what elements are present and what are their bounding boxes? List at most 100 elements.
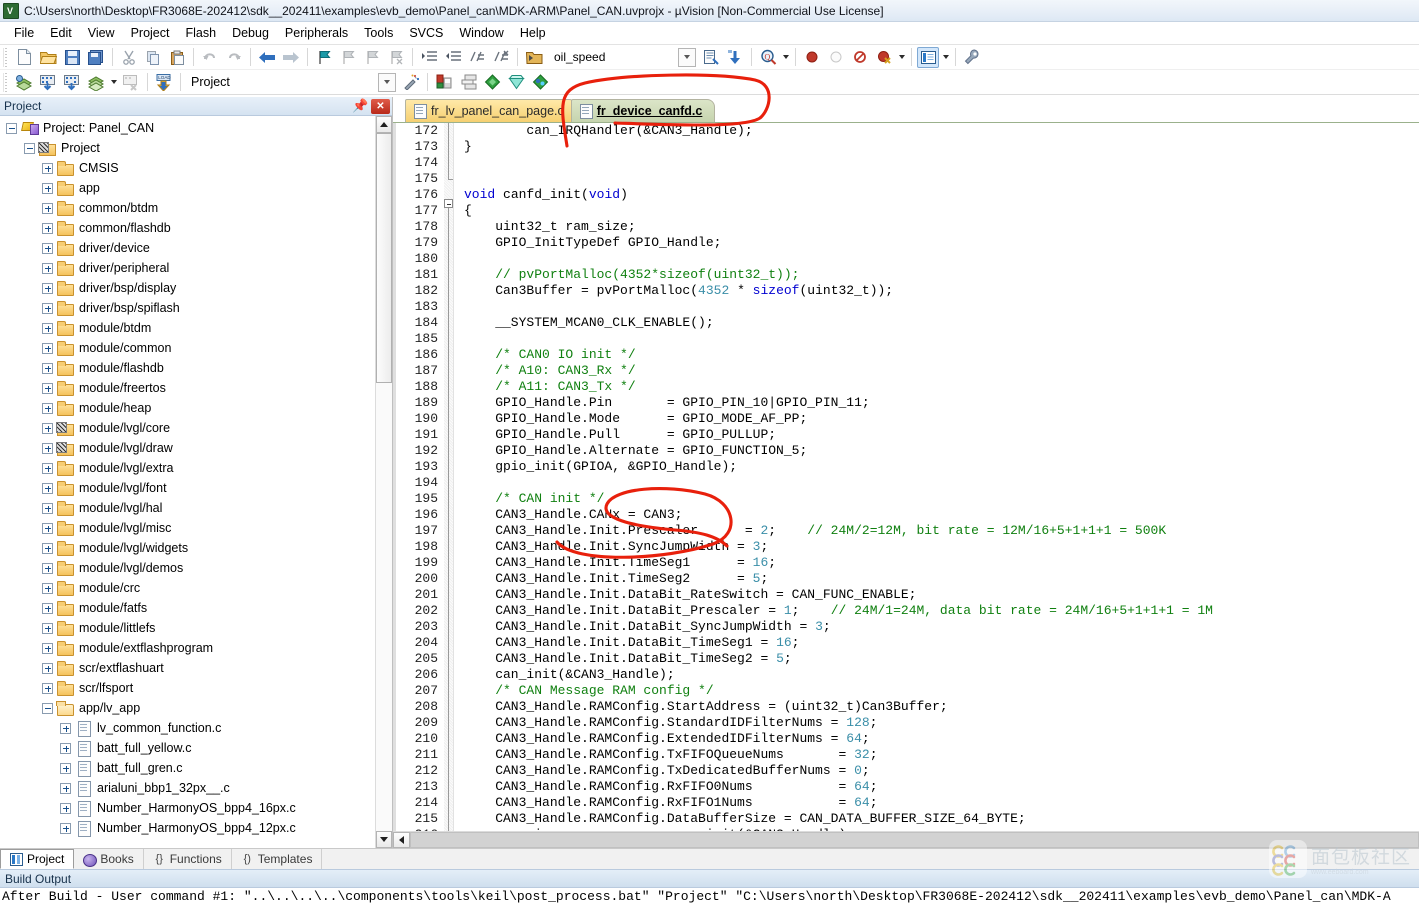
workspace-tab-functions[interactable]: {} Functions [144, 849, 232, 869]
project-tree-scrollbar[interactable] [375, 116, 392, 848]
tree-item[interactable]: scr/lfsport [0, 678, 375, 698]
menu-window[interactable]: Window [451, 24, 511, 42]
tree-item[interactable]: batt_full_gren.c [0, 758, 375, 778]
code-line[interactable]: CAN3_Handle.Init.DataBit_TimeSeg2 = 5; [464, 651, 1419, 667]
insert-breakpoint-icon[interactable] [801, 47, 823, 68]
configuration-wizard-icon[interactable] [961, 47, 983, 68]
expand-icon[interactable] [42, 582, 53, 594]
scroll-down-arrow-icon[interactable] [376, 831, 392, 848]
pack-installer-icon[interactable] [481, 72, 503, 93]
uncomment-icon[interactable] [490, 47, 512, 68]
expand-icon[interactable] [60, 782, 71, 794]
code-line[interactable] [464, 475, 1419, 491]
code-line[interactable]: CAN3_Handle.Init.Prescaler = 2; // 24M/2… [464, 523, 1419, 539]
tree-item[interactable]: driver/bsp/display [0, 278, 375, 298]
workspace-tab-templates[interactable]: {) Templates [232, 849, 323, 869]
breakpoint-dropdown-caret-icon[interactable] [896, 47, 907, 67]
menu-peripherals[interactable]: Peripherals [277, 24, 356, 42]
batch-build-icon[interactable] [85, 72, 107, 93]
window-dropdown-caret-icon[interactable] [940, 47, 951, 67]
code-line[interactable]: Can3Buffer = pvPortMalloc(4352 * sizeof(… [464, 283, 1419, 299]
translate-icon[interactable] [13, 72, 35, 93]
menu-view[interactable]: View [80, 24, 123, 42]
save-all-icon[interactable] [85, 47, 107, 68]
editor-tab[interactable]: fr_lv_panel_can_page.c [405, 99, 577, 122]
target-select-dropdown[interactable] [678, 47, 697, 67]
workspace-tab-books[interactable]: Books [74, 849, 144, 869]
collapse-icon[interactable] [42, 702, 53, 714]
tree-item[interactable]: driver/peripheral [0, 258, 375, 278]
expand-icon[interactable] [42, 462, 53, 474]
code-line[interactable] [464, 171, 1419, 187]
tree-item[interactable]: Project [0, 138, 375, 158]
collapse-icon[interactable] [24, 142, 35, 154]
bookmark-prev-icon[interactable] [337, 47, 359, 68]
toggle-window-icon[interactable] [917, 46, 940, 68]
tree-item[interactable]: module/littlefs [0, 618, 375, 638]
target-options-icon2[interactable] [433, 72, 455, 93]
bookmark-clear-icon[interactable] [385, 47, 407, 68]
tree-item[interactable]: app/lv_app [0, 698, 375, 718]
tree-item[interactable]: Number_HarmonyOS_bpp4_12px.c [0, 818, 375, 838]
menu-flash[interactable]: Flash [177, 24, 224, 42]
scroll-left-arrow-icon[interactable] [393, 832, 410, 848]
editor-tab[interactable]: fr_device_canfd.c [570, 99, 716, 122]
h-scroll-track[interactable] [410, 832, 1419, 848]
download-icon[interactable]: LOAD [153, 72, 175, 93]
find-dropdown-caret-icon[interactable] [780, 47, 791, 67]
expand-icon[interactable] [42, 222, 53, 234]
expand-icon[interactable] [42, 202, 53, 214]
expand-icon[interactable] [42, 502, 53, 514]
tree-item[interactable]: driver/bsp/spiflash [0, 298, 375, 318]
menu-file[interactable]: File [6, 24, 42, 42]
expand-icon[interactable] [60, 722, 71, 734]
code-line[interactable]: CAN3_Handle.RAMConfig.DataBufferSize = C… [464, 811, 1419, 827]
tree-item[interactable]: module/lvgl/extra [0, 458, 375, 478]
batch-build-caret-icon[interactable] [108, 72, 119, 92]
kill-all-breakpoints-icon[interactable] [873, 47, 895, 68]
tree-item[interactable]: module/common [0, 338, 375, 358]
menu-debug[interactable]: Debug [224, 24, 277, 42]
expand-icon[interactable] [42, 622, 53, 634]
code-line[interactable]: CAN3_Handle.Init.DataBit_Prescaler = 1; … [464, 603, 1419, 619]
tree-item[interactable]: batt_full_yellow.c [0, 738, 375, 758]
expand-icon[interactable] [42, 182, 53, 194]
code-line[interactable]: /* CAN Message RAM config */ [464, 683, 1419, 699]
expand-icon[interactable] [42, 542, 53, 554]
expand-icon[interactable] [42, 362, 53, 374]
expand-icon[interactable] [60, 742, 71, 754]
paste-icon[interactable] [166, 47, 188, 68]
menu-project[interactable]: Project [123, 24, 178, 42]
tree-item[interactable]: common/btdm [0, 198, 375, 218]
expand-icon[interactable] [60, 822, 71, 834]
code-line[interactable]: CAN3_Handle.RAMConfig.TxDedicatedBufferN… [464, 763, 1419, 779]
rebuild-icon[interactable] [61, 72, 83, 93]
code-line[interactable]: ram_size = can_message_ram_init(&CAN3_Ha… [464, 827, 1419, 831]
manage-runtime-icon[interactable] [505, 72, 527, 93]
expand-icon[interactable] [42, 662, 53, 674]
collapse-icon[interactable] [6, 122, 17, 134]
code-line[interactable]: CAN3_Handle.Init.DataBit_SyncJumpWidth =… [464, 619, 1419, 635]
code-line[interactable]: { [464, 203, 1419, 219]
tree-item[interactable]: scr/extflashuart [0, 658, 375, 678]
close-icon[interactable]: ✕ [371, 98, 390, 114]
code-text[interactable]: can_IRQHandler(&CAN3_Handle);} void canfd… [454, 123, 1419, 831]
code-line[interactable]: CAN3_Handle.Init.SyncJumpWidth = 3; [464, 539, 1419, 555]
menu-edit[interactable]: Edit [42, 24, 80, 42]
code-line[interactable]: CAN3_Handle.RAMConfig.StandardIDFilterNu… [464, 715, 1419, 731]
tree-item[interactable]: module/extflashprogram [0, 638, 375, 658]
code-line[interactable]: void canfd_init(void) [464, 187, 1419, 203]
tree-item[interactable]: module/lvgl/misc [0, 518, 375, 538]
expand-icon[interactable] [42, 242, 53, 254]
code-line[interactable]: uint32_t ram_size; [464, 219, 1419, 235]
save-icon[interactable] [61, 47, 83, 68]
workspace-tab-project[interactable]: Project [0, 849, 75, 869]
code-line[interactable]: CAN3_Handle.RAMConfig.RxFIFO1Nums = 64; [464, 795, 1419, 811]
comment-icon[interactable] [466, 47, 488, 68]
stop-build-icon[interactable] [120, 72, 142, 93]
tree-item[interactable]: common/flashdb [0, 218, 375, 238]
navigate-forward-icon[interactable] [280, 47, 302, 68]
scroll-thumb[interactable] [376, 133, 392, 383]
outdent-icon[interactable] [442, 47, 464, 68]
code-line[interactable]: CAN3_Handle.RAMConfig.TxFIFOQueueNums = … [464, 747, 1419, 763]
